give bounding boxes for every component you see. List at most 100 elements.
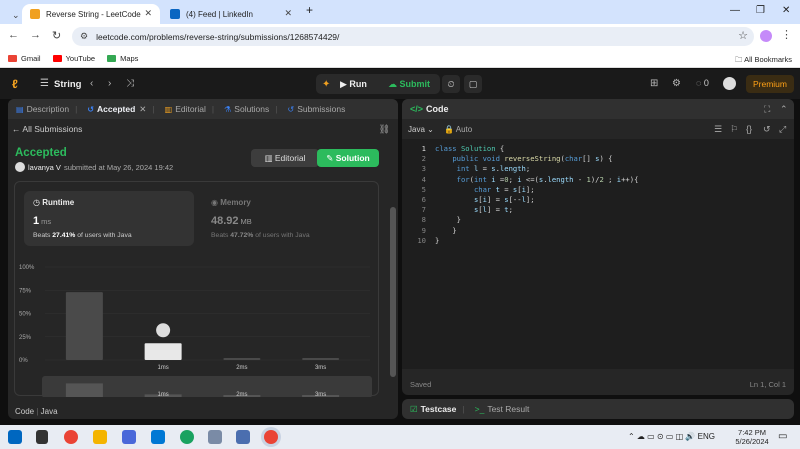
problem-list-title[interactable]: String (54, 79, 81, 90)
tab-linkedin[interactable]: (4) Feed | LinkedIn ✕ (162, 4, 300, 24)
all-submissions-link[interactable]: ← All Submissions (12, 124, 82, 134)
bookmark-gmail[interactable]: Gmail (8, 54, 41, 63)
beats-prefix: Beats (211, 232, 229, 239)
tab-solutions[interactable]: ⚗ Solutions (224, 104, 269, 114)
settings-gear-icon[interactable]: ⚙ (672, 78, 681, 89)
tab-divider: | (211, 104, 215, 114)
tab-editorial[interactable]: ▥ Editorial (165, 104, 206, 114)
browser-menu-icon[interactable]: ⋮ (781, 28, 792, 41)
minimize-icon[interactable]: — (730, 5, 740, 16)
panel-scrollbar[interactable] (390, 207, 396, 377)
user-avatar[interactable] (723, 77, 736, 90)
premium-button[interactable]: Premium (746, 75, 794, 93)
tab-divider: | (152, 104, 155, 114)
all-bookmarks[interactable]: 🗀 All Bookmarks (735, 54, 792, 67)
bookmark-star-icon[interactable]: ☆ (738, 29, 748, 42)
editorial-button[interactable]: ▥ Editorial (251, 149, 319, 167)
share-link-icon[interactable]: ⛓ (379, 124, 390, 135)
line-number: 8 (421, 215, 426, 225)
format-icon[interactable]: ☰ (714, 124, 722, 135)
system-clock[interactable]: 7:42 PM 5/26/2024 (735, 428, 769, 446)
app-icon[interactable] (236, 430, 250, 444)
prev-problem-icon[interactable]: ‹ (90, 78, 93, 89)
task-view-icon[interactable] (36, 430, 48, 444)
chrome-icon[interactable] (64, 430, 78, 444)
layout-icon[interactable]: ⊞ (650, 78, 658, 89)
submit-button[interactable]: ☁ Submit (388, 79, 430, 90)
run-button[interactable]: ▶ Run (340, 79, 367, 90)
back-icon[interactable]: ← (8, 29, 19, 41)
code-line[interactable]: char t = s[i]; (435, 185, 535, 194)
test-result-tab[interactable]: >_ Test Result (475, 404, 530, 414)
code-line[interactable]: } (435, 236, 439, 245)
file-explorer-icon[interactable] (93, 430, 107, 444)
shuffle-icon[interactable]: ⤨ (126, 78, 134, 89)
debug-icon[interactable]: ✦ (322, 79, 330, 90)
bookmark-maps[interactable]: Maps (107, 54, 138, 63)
maximize-icon[interactable]: ❐ (756, 5, 765, 16)
code-line[interactable]: public void reverseString(char[] s) { (435, 154, 612, 163)
code-line[interactable]: } (435, 215, 461, 224)
address-bar[interactable]: ⚙ leetcode.com/problems/reverse-string/s… (72, 27, 754, 46)
site-settings-icon[interactable]: ⚙ (80, 31, 88, 42)
test-bar: ☑ Testcase | >_ Test Result (402, 399, 794, 419)
youtube-icon (52, 54, 62, 62)
username[interactable]: lavanya V (28, 163, 61, 172)
reload-icon[interactable]: ↻ (52, 29, 61, 42)
close-tab-icon[interactable]: ✕ (284, 8, 292, 19)
problem-list-icon[interactable]: ☰ (40, 78, 49, 89)
auto-mode[interactable]: 🔒 Auto (444, 125, 472, 134)
linkedin-favicon-icon (170, 9, 180, 19)
leetcode-logo-icon[interactable]: ℓ (12, 77, 24, 91)
braces-icon[interactable]: {} (746, 124, 752, 134)
language-value: Java (408, 125, 425, 134)
code-editor[interactable]: 1 class Solution {2 public void reverseSt… (402, 139, 794, 369)
profile-avatar[interactable] (760, 30, 772, 42)
submit-label: Submit (399, 79, 431, 89)
system-tray[interactable]: ⌃ ☁ ▭ ⊙ ▭ ◫ 🔊 ENG (628, 432, 715, 441)
next-problem-icon[interactable]: › (108, 78, 111, 89)
notification-icon[interactable]: ▭ (778, 431, 787, 442)
collapse-icon[interactable]: ⌃ (780, 104, 788, 115)
chrome-active-icon[interactable] (264, 430, 278, 444)
testcase-tab[interactable]: ☑ Testcase (410, 404, 456, 415)
line-number: 3 (421, 164, 426, 174)
notes-icon[interactable]: ▢ (464, 75, 482, 93)
runtime-card[interactable]: ◷ Runtime 1 ms Beats 27.41% of users with… (24, 191, 194, 246)
code-line[interactable]: int l = s.length; (435, 164, 531, 173)
runtime-label: ◷ Runtime (33, 198, 75, 207)
timer-icon[interactable]: ⏲ (442, 75, 460, 93)
close-window-icon[interactable]: ✕ (782, 5, 790, 16)
windows-start-icon[interactable] (8, 430, 22, 444)
overview-bar (65, 383, 103, 397)
tab-accepted[interactable]: ↺ Accepted ✕ (87, 104, 146, 115)
close-tab-icon[interactable]: ✕ (139, 104, 146, 115)
submitted-at: submitted at May 26, 2024 19:42 (63, 162, 174, 172)
code-line[interactable]: class Solution { (435, 144, 504, 153)
edge-icon[interactable] (180, 430, 194, 444)
bookmarks-bar: Gmail YouTube Maps 🗀 All Bookmarks (0, 49, 800, 68)
fullscreen-icon[interactable]: ⛶ (764, 104, 770, 115)
code-line[interactable]: } (435, 226, 456, 235)
tab-leetcode[interactable]: Reverse String - LeetCode ✕ (22, 4, 160, 24)
code-line[interactable]: for(int i =0; i <=(s.length - 1)/2 ; i++… (435, 175, 639, 184)
user-avatar[interactable] (15, 162, 25, 172)
mail-icon[interactable] (151, 430, 165, 444)
forward-icon[interactable]: → (30, 29, 41, 41)
reset-icon[interactable]: ↺ (763, 124, 771, 135)
bookmark-icon[interactable]: ⚐ (730, 124, 738, 135)
streak-counter[interactable]: ◌ 0 (696, 78, 709, 88)
expand-icon[interactable]: ⤢ (779, 124, 786, 135)
tab-submissions[interactable]: ↺ Submissions (287, 104, 345, 114)
solution-button[interactable]: ✎ Solution (317, 149, 379, 167)
memory-card[interactable]: ◉ Memory 48.92 MB Beats 47.72% of users w… (202, 191, 372, 246)
language-select[interactable]: Java ⌄ (408, 125, 434, 134)
tab-description[interactable]: ▤ Description (16, 104, 69, 114)
code-line[interactable]: s[l] = t; (435, 205, 513, 214)
store-icon[interactable] (122, 430, 136, 444)
new-tab-icon[interactable]: + (306, 3, 313, 17)
bookmark-youtube[interactable]: YouTube (52, 54, 95, 63)
app-icon[interactable] (208, 430, 222, 444)
code-line[interactable]: s[i] = s[--l]; (435, 195, 535, 204)
close-tab-icon[interactable]: ✕ (144, 8, 152, 19)
